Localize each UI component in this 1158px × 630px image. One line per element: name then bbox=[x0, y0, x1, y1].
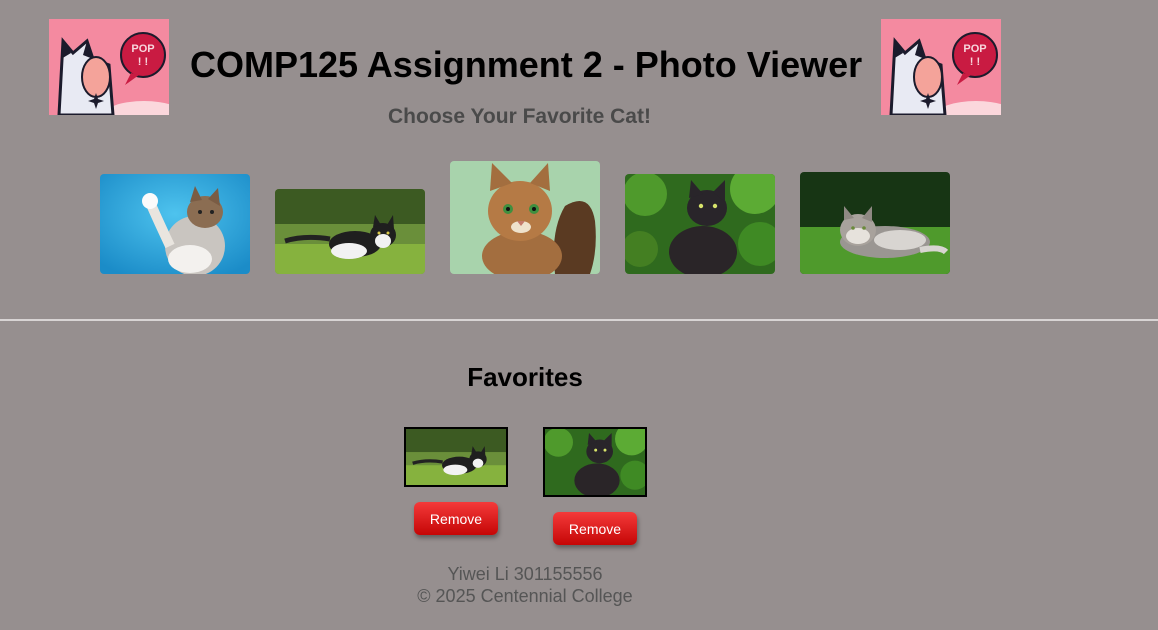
cat-photo bbox=[800, 172, 950, 274]
page-subtitle: Choose Your Favorite Cat! bbox=[388, 105, 651, 128]
gallery-photo-2[interactable] bbox=[275, 189, 425, 274]
remove-favorite-1-button[interactable]: Remove bbox=[414, 502, 498, 535]
gallery-photo-4[interactable] bbox=[625, 174, 775, 274]
section-divider bbox=[0, 319, 1158, 321]
favorite-photo-1 bbox=[404, 427, 508, 487]
cat-photo bbox=[275, 189, 425, 274]
footer-author: Yiwei Li 301155556 bbox=[447, 564, 603, 584]
footer-copyright: © 2025 Centennial College bbox=[417, 586, 633, 606]
pop-cat-logo-right: POP ! ! bbox=[881, 19, 1001, 115]
gallery-photo-3[interactable] bbox=[450, 161, 600, 274]
pop-cat-logo-left: POP ! ! bbox=[49, 19, 169, 115]
favorite-photo-2 bbox=[543, 427, 647, 497]
cat-photo bbox=[450, 161, 600, 274]
cat-photo bbox=[545, 429, 645, 495]
gallery-photo-5[interactable] bbox=[800, 172, 950, 274]
svg-text:POP: POP bbox=[131, 43, 154, 55]
cat-photo bbox=[625, 174, 775, 274]
svg-text:! !: ! ! bbox=[970, 56, 980, 68]
page-title: COMP125 Assignment 2 - Photo Viewer bbox=[190, 44, 863, 85]
gallery-photo-1[interactable] bbox=[100, 174, 250, 274]
pop-cat-icon: POP ! ! bbox=[49, 19, 169, 115]
svg-text:! !: ! ! bbox=[138, 56, 148, 68]
footer: Yiwei Li 301155556 © 2025 Centennial Col… bbox=[0, 563, 1050, 607]
remove-favorite-2-button[interactable]: Remove bbox=[553, 512, 637, 545]
cat-photo bbox=[406, 429, 506, 485]
favorites-heading: Favorites bbox=[467, 362, 583, 392]
cat-photo bbox=[100, 174, 250, 274]
pop-cat-icon: POP ! ! bbox=[881, 19, 1001, 115]
svg-text:POP: POP bbox=[963, 43, 986, 55]
